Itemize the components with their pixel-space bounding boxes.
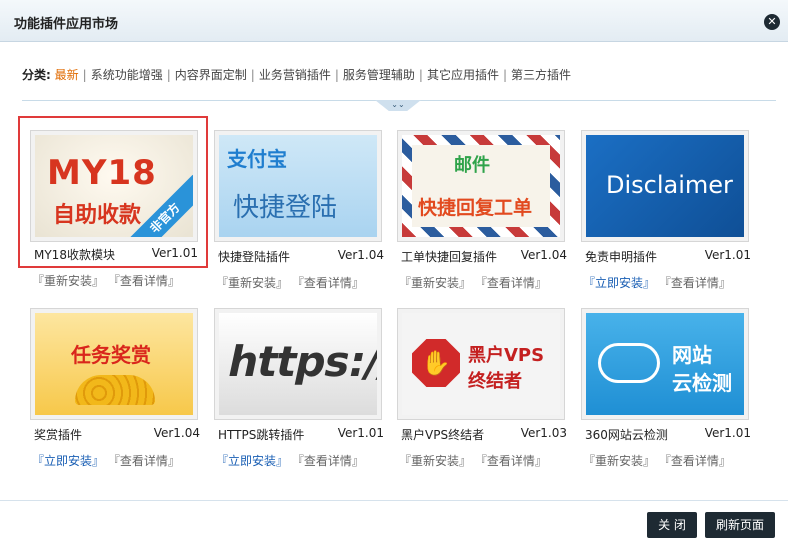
plugin-name: 免责申明插件 — [585, 250, 658, 264]
plugin-card-vps-terminator[interactable]: ✋ 黑户VPS 终结者 黑户VPS终结者 Ver1.03 『重新安装』 『查看详… — [397, 308, 573, 474]
thumb-logo-text: MY18 — [47, 153, 157, 193]
thumb-subtitle: 快捷回复工单 — [418, 197, 533, 219]
category-service-management[interactable]: 服务管理辅助 — [343, 68, 415, 82]
view-details-link[interactable]: 『查看详情』 — [475, 276, 547, 290]
plugin-version: Ver1.04 — [337, 248, 384, 262]
plugin-thumbnail[interactable]: 网站 云检测 — [581, 308, 749, 420]
reinstall-link[interactable]: 『重新安装』 — [399, 276, 471, 290]
cloud-icon — [598, 343, 660, 383]
plugin-version: Ver1.03 — [520, 426, 567, 440]
category-separator: | — [502, 68, 508, 82]
plugin-version: Ver1.01 — [337, 426, 384, 440]
thumb-logo-text: 邮件 — [454, 155, 490, 176]
thumb-subtitle: 终结者 — [468, 371, 522, 392]
view-details-link[interactable]: 『查看详情』 — [659, 276, 731, 290]
plugin-version: Ver1.04 — [153, 426, 200, 440]
reinstall-link[interactable]: 『重新安装』 — [583, 454, 655, 468]
plugin-card-https[interactable]: https://www. HTTPS跳转插件 Ver1.01 『立即安装』 『查… — [214, 308, 390, 474]
view-details-link[interactable]: 『查看详情』 — [659, 454, 731, 468]
chevron-down-icon[interactable]: ⌄⌄ — [375, 100, 421, 111]
plugin-thumbnail[interactable]: 邮件 快捷回复工单 — [397, 130, 565, 242]
thumb-logo-text: https://www. — [223, 337, 377, 386]
stop-sign-icon: ✋ — [412, 339, 460, 387]
thumb-subtitle: 云检测 — [672, 371, 732, 395]
plugin-name: 工单快捷回复插件 — [401, 250, 498, 264]
thumb-logo-text: 支付宝 — [227, 147, 287, 171]
dialog-title: 功能插件应用市场 — [14, 17, 119, 32]
plugin-name: 快捷登陆插件 — [218, 250, 291, 264]
category-system-enhance[interactable]: 系统功能增强 — [91, 68, 163, 82]
plugin-thumbnail[interactable]: 支付宝 快捷登陆 — [214, 130, 382, 242]
plugin-card-disclaimer[interactable]: Disclaimer 免责申明插件 Ver1.01 『立即安装』 『查看详情』 — [581, 130, 757, 296]
category-other-apps[interactable]: 其它应用插件 — [427, 68, 499, 82]
plugin-actions: 『重新安装』 『查看详情』 — [399, 452, 547, 469]
plugin-version: Ver1.01 — [704, 248, 751, 262]
plugin-thumbnail[interactable]: Disclaimer — [581, 130, 749, 242]
reinstall-link[interactable]: 『重新安装』 — [216, 276, 288, 290]
category-bar: 分类: 最新 | 系统功能增强 | 内容界面定制 | 业务营销插件 | 服务管理辅助 | 其它应用插… — [22, 66, 571, 83]
category-separator: | — [418, 68, 423, 82]
view-details-link[interactable]: 『查看详情』 — [108, 274, 180, 288]
plugin-card-360-cloud-scan[interactable]: 网站 云检测 360网站云检测 Ver1.01 『重新安装』 『查看详情』 — [581, 308, 757, 474]
plugin-name: HTTPS跳转插件 — [218, 428, 305, 442]
category-third-party[interactable]: 第三方插件 — [511, 68, 571, 82]
category-separator: | — [166, 68, 171, 82]
plugin-card-quick-login[interactable]: 支付宝 快捷登陆 快捷登陆插件 Ver1.04 『重新安装』 『查看详情』 — [214, 130, 390, 296]
category-separator: | — [334, 68, 339, 82]
plugin-version: Ver1.04 — [520, 248, 567, 262]
reinstall-link[interactable]: 『重新安装』 — [32, 274, 104, 288]
thumb-subtitle: 自助收款 — [53, 203, 142, 228]
coins-illustration — [75, 375, 155, 405]
plugin-thumbnail[interactable]: https://www. — [214, 308, 382, 420]
dialog-titlebar: 功能插件应用市场 ✕ — [0, 0, 788, 42]
plugin-actions: 『立即安装』 『查看详情』 — [583, 274, 731, 291]
reinstall-link[interactable]: 『重新安装』 — [399, 454, 471, 468]
plugin-thumbnail[interactable]: ✋ 黑户VPS 终结者 — [397, 308, 565, 420]
category-label: 分类: — [22, 68, 51, 82]
category-separator: | — [82, 68, 87, 82]
category-marketing[interactable]: 业务营销插件 — [259, 68, 331, 82]
plugin-actions: 『重新安装』 『查看详情』 — [32, 272, 180, 289]
plugin-card-ticket-reply[interactable]: 邮件 快捷回复工单 工单快捷回复插件 Ver1.04 『重新安装』 『查看详情』 — [397, 130, 573, 296]
thumb-subtitle: 快捷登陆 — [233, 193, 338, 223]
category-latest[interactable]: 最新 — [55, 68, 79, 82]
refresh-page-button[interactable]: 刷新页面 — [705, 512, 775, 538]
plugin-actions: 『立即安装』 『查看详情』 — [216, 452, 364, 469]
plugin-card-my18[interactable]: MY18 自助收款 非官方 MY18收款模块 Ver1.01 — [18, 116, 208, 268]
plugin-name: 奖赏插件 — [34, 428, 83, 442]
install-link[interactable]: 『立即安装』 — [32, 454, 104, 468]
plugin-actions: 『重新安装』 『查看详情』 — [399, 274, 547, 291]
thumb-logo-text: 任务奖赏 — [71, 343, 151, 367]
thumb-logo-text: 网站 — [672, 343, 712, 367]
plugin-card-reward[interactable]: 任务奖赏 奖赏插件 Ver1.04 『立即安装』 『查看详情』 — [30, 308, 206, 474]
plugin-actions: 『重新安装』 『查看详情』 — [216, 274, 364, 291]
view-details-link[interactable]: 『查看详情』 — [108, 454, 180, 468]
plugin-name: 360网站云检测 — [585, 428, 668, 442]
footer-divider — [0, 500, 788, 501]
thumb-logo-text: Disclaimer — [606, 171, 733, 199]
plugin-actions: 『立即安装』 『查看详情』 — [32, 452, 180, 469]
plugin-version: Ver1.01 — [151, 246, 198, 260]
close-button[interactable]: 关 闭 — [647, 512, 697, 538]
view-details-link[interactable]: 『查看详情』 — [292, 276, 364, 290]
plugin-name: MY18收款模块 — [34, 248, 115, 262]
plugin-name: 黑户VPS终结者 — [401, 428, 485, 442]
category-ui-custom[interactable]: 内容界面定制 — [175, 68, 247, 82]
category-separator: | — [250, 68, 255, 82]
thumb-logo-text: 黑户VPS — [468, 345, 545, 366]
plugin-thumbnail[interactable]: 任务奖赏 — [30, 308, 198, 420]
view-details-link[interactable]: 『查看详情』 — [292, 454, 364, 468]
plugin-actions: 『重新安装』 『查看详情』 — [583, 452, 731, 469]
install-link[interactable]: 『立即安装』 — [583, 276, 655, 290]
plugin-thumbnail[interactable]: MY18 自助收款 非官方 — [30, 130, 198, 242]
plugin-version: Ver1.01 — [704, 426, 751, 440]
install-link[interactable]: 『立即安装』 — [216, 454, 288, 468]
view-details-link[interactable]: 『查看详情』 — [475, 454, 547, 468]
close-icon[interactable]: ✕ — [764, 14, 780, 30]
